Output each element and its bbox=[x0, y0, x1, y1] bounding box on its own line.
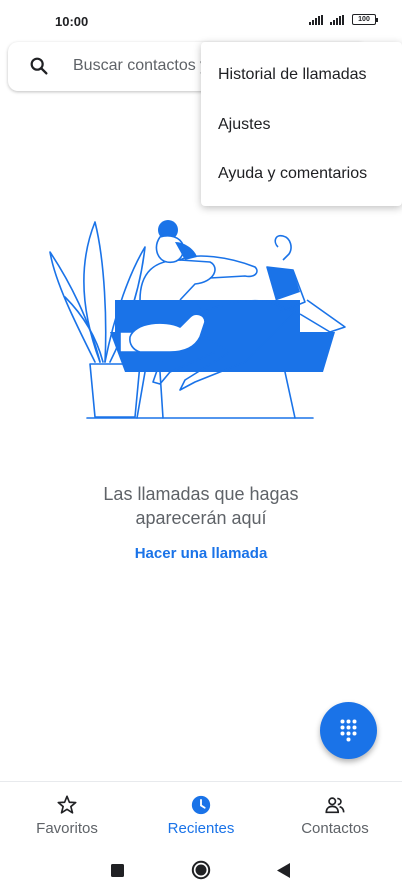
status-time: 10:00 bbox=[55, 14, 89, 29]
people-icon bbox=[325, 797, 345, 814]
system-navigation-bar bbox=[0, 844, 402, 893]
status-icons: 100 bbox=[309, 14, 378, 25]
menu-item-help[interactable]: Ayuda y comentarios bbox=[218, 165, 367, 183]
nav-item-contactos[interactable]: Contactos bbox=[268, 782, 402, 845]
nav-label-recientes: Recientes bbox=[167, 820, 235, 837]
signal-icon bbox=[309, 14, 323, 25]
home-circle-icon[interactable] bbox=[191, 860, 211, 880]
battery-icon: 100 bbox=[352, 14, 378, 25]
dialpad-button[interactable] bbox=[320, 702, 377, 759]
bottom-navigation: Favoritos Recientes Contactos bbox=[0, 781, 402, 844]
status-bar: 10:00 100 bbox=[0, 0, 402, 40]
empty-state-illustration bbox=[49, 220, 346, 419]
star-icon bbox=[57, 795, 77, 814]
dialpad-icon bbox=[340, 719, 357, 742]
make-call-link[interactable]: Hacer una llamada bbox=[0, 545, 402, 562]
overflow-menu: Historial de llamadas Ajustes Ayuda y co… bbox=[201, 42, 402, 206]
nav-item-recientes[interactable]: Recientes bbox=[134, 782, 268, 845]
signal-icon-2 bbox=[330, 14, 344, 25]
empty-state-line1: Las llamadas que hagas bbox=[103, 484, 299, 504]
back-triangle-icon[interactable] bbox=[277, 863, 290, 878]
nav-item-favoritos[interactable]: Favoritos bbox=[0, 782, 134, 845]
nav-label-contactos: Contactos bbox=[301, 820, 369, 837]
clock-icon bbox=[191, 795, 211, 815]
menu-item-call-history[interactable]: Historial de llamadas bbox=[218, 66, 367, 84]
empty-state-line2: aparecerán aquí bbox=[135, 508, 267, 528]
empty-state-message: Las llamadas que hagas aparecerán aquí bbox=[0, 482, 402, 530]
nav-label-favoritos: Favoritos bbox=[36, 820, 98, 837]
search-icon bbox=[30, 57, 48, 75]
menu-item-settings[interactable]: Ajustes bbox=[218, 116, 270, 134]
recents-square-icon[interactable] bbox=[111, 864, 124, 877]
